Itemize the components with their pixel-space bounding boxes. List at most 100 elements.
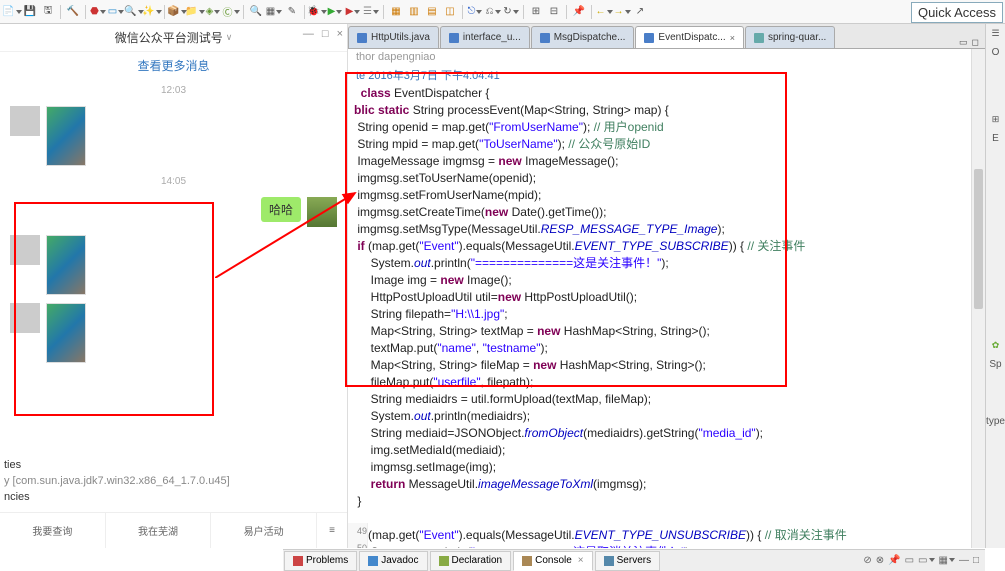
type-icon[interactable]: ◈ [205, 4, 221, 20]
wand-icon[interactable]: ✎ [284, 4, 300, 20]
back-icon[interactable]: ← [596, 4, 612, 20]
view-declaration[interactable]: Declaration [430, 551, 512, 571]
wechat-tab-menu[interactable]: ≡ [317, 513, 347, 548]
pin-console-icon[interactable]: 📌 [888, 555, 900, 566]
tab-label: MsgDispatche... [554, 32, 626, 43]
spring-label[interactable]: Sp [989, 359, 1001, 370]
source-code[interactable]: class EventDispatcher { blic static Stri… [354, 85, 979, 548]
avatar [10, 106, 40, 136]
view-console[interactable]: Console × [513, 551, 593, 571]
view-label: Javadoc [381, 555, 418, 566]
sync-icon[interactable]: ↻ [503, 4, 519, 20]
outline-label[interactable]: O [992, 47, 1000, 58]
message-row [0, 299, 347, 367]
error-icon[interactable]: ⊞ [992, 114, 1000, 125]
view-more-link[interactable]: 查看更多消息 [0, 52, 347, 79]
clear-icon[interactable]: ⊘ [863, 555, 871, 566]
image-bubble[interactable] [46, 303, 86, 363]
task-icon[interactable]: ▦ [266, 4, 282, 20]
save-all-icon[interactable]: 🖫 [40, 4, 56, 20]
next-ann-icon[interactable]: ⊟ [546, 4, 562, 20]
grid4-icon[interactable]: ◫ [442, 4, 458, 20]
close-icon[interactable]: × [578, 555, 584, 566]
min-icon[interactable]: — [959, 555, 969, 566]
image-bubble[interactable] [46, 106, 86, 166]
file-meta: te 2016年3月7日 下午4:04:41 [348, 65, 985, 85]
spring-icon[interactable]: ✿ [992, 340, 1000, 351]
line-num: 49 [348, 523, 367, 540]
console-select-icon[interactable]: ▭ [918, 555, 934, 566]
tree-item[interactable]: ncies [4, 489, 278, 505]
max-icon[interactable]: □ [973, 555, 979, 566]
wechat-tab-wuhu[interactable]: 我在芜湖 [106, 513, 212, 548]
chevron-down-icon[interactable]: ∨ [226, 32, 233, 43]
close-icon[interactable]: × [337, 28, 343, 40]
out-icon[interactable]: ↗ [632, 4, 648, 20]
run-ext-icon[interactable]: ⬣ [90, 4, 106, 20]
new-icon[interactable]: 📄 [4, 4, 20, 20]
run-ext2-icon[interactable]: ▶ [345, 4, 361, 20]
run-play-icon[interactable]: ▶ [327, 4, 343, 20]
history-icon[interactable]: ⎌ [485, 4, 501, 20]
date-label: te 2016年3月7日 下午4:04:41 [356, 70, 500, 82]
tree-item-jre[interactable]: y [com.sun.java.jdk7.win32.x86_64_1.7.0.… [4, 473, 278, 489]
view-problems[interactable]: Problems [284, 551, 357, 571]
separator [60, 5, 61, 19]
tab-interface[interactable]: interface_u... [440, 26, 530, 48]
team-icon[interactable]: ⎋ [467, 4, 483, 20]
separator [462, 5, 463, 19]
pin-icon[interactable]: 📌 [571, 4, 587, 20]
tab-eventdispatch[interactable]: EventDispatc...× [635, 26, 744, 48]
outline-icon[interactable]: ☰ [991, 28, 999, 39]
line-gutter: 49 50 51 52 53 54 55 [348, 523, 368, 548]
toggle-mark-icon[interactable]: ⊞ [528, 4, 544, 20]
close-icon[interactable]: × [730, 33, 735, 43]
separator [566, 5, 567, 19]
scroll-thumb[interactable] [974, 169, 983, 309]
wechat-tab-query[interactable]: 我要查询 [0, 513, 106, 548]
tab-spring[interactable]: spring-quar... [745, 26, 835, 48]
maximize-icon[interactable]: □ [322, 28, 329, 40]
tab-msgdispatch[interactable]: MsgDispatche... [531, 26, 635, 48]
minimize-icon[interactable]: — [303, 28, 314, 40]
server-icon[interactable]: ▭ [108, 4, 124, 20]
tab-httputils[interactable]: HttpUtils.java [348, 26, 439, 48]
type-label[interactable]: type [986, 416, 1005, 427]
error-label[interactable]: E [992, 133, 999, 144]
avatar [10, 303, 40, 333]
grid2-icon[interactable]: ▥ [406, 4, 422, 20]
grid3-icon[interactable]: ▤ [424, 4, 440, 20]
right-sidebar: ☰ O ⊞ E ✿ Sp type [985, 24, 1005, 548]
vertical-scrollbar[interactable] [971, 49, 985, 548]
minimize-view-icon[interactable]: ▭ [959, 37, 968, 48]
folder-icon[interactable]: 📁 [187, 4, 203, 20]
view-servers[interactable]: Servers [595, 551, 660, 571]
search-icon[interactable]: 🔍 [248, 4, 264, 20]
open-console-icon[interactable]: ▦ [939, 555, 955, 566]
view-javadoc[interactable]: Javadoc [359, 551, 427, 571]
image-bubble[interactable] [46, 235, 86, 295]
save-icon[interactable]: 💾 [22, 4, 38, 20]
code-editor[interactable]: class EventDispatcher { blic static Stri… [348, 85, 985, 548]
forward-icon[interactable]: → [614, 4, 630, 20]
display-icon[interactable]: ▭ [905, 555, 914, 566]
view-label: Problems [306, 555, 348, 566]
magic-icon[interactable]: ✨ [144, 4, 160, 20]
java-icon [449, 33, 459, 43]
clear-all-icon[interactable]: ⊗ [876, 555, 884, 566]
quick-access-input[interactable]: Quick Access [911, 2, 1003, 23]
tree-item[interactable]: ties [4, 457, 278, 473]
debug-bug-icon[interactable]: 🐞 [309, 4, 325, 20]
class-icon[interactable]: Ⓒ [223, 4, 239, 20]
package-icon[interactable]: 📦 [169, 4, 185, 20]
wechat-tab-activity[interactable]: 易户活动 [211, 513, 317, 548]
java-icon [644, 33, 654, 43]
view-label: Console [535, 555, 572, 566]
wechat-header: 微信公众平台测试号 ∨ — □ × [0, 24, 347, 52]
hammer-icon[interactable]: 🔨 [65, 4, 81, 20]
grid1-icon[interactable]: ▦ [388, 4, 404, 20]
coverage-icon[interactable]: ☰ [363, 4, 379, 20]
debug-icon[interactable]: 🔍 [126, 4, 142, 20]
avatar [307, 197, 337, 227]
maximize-view-icon[interactable]: ◻ [972, 37, 979, 48]
